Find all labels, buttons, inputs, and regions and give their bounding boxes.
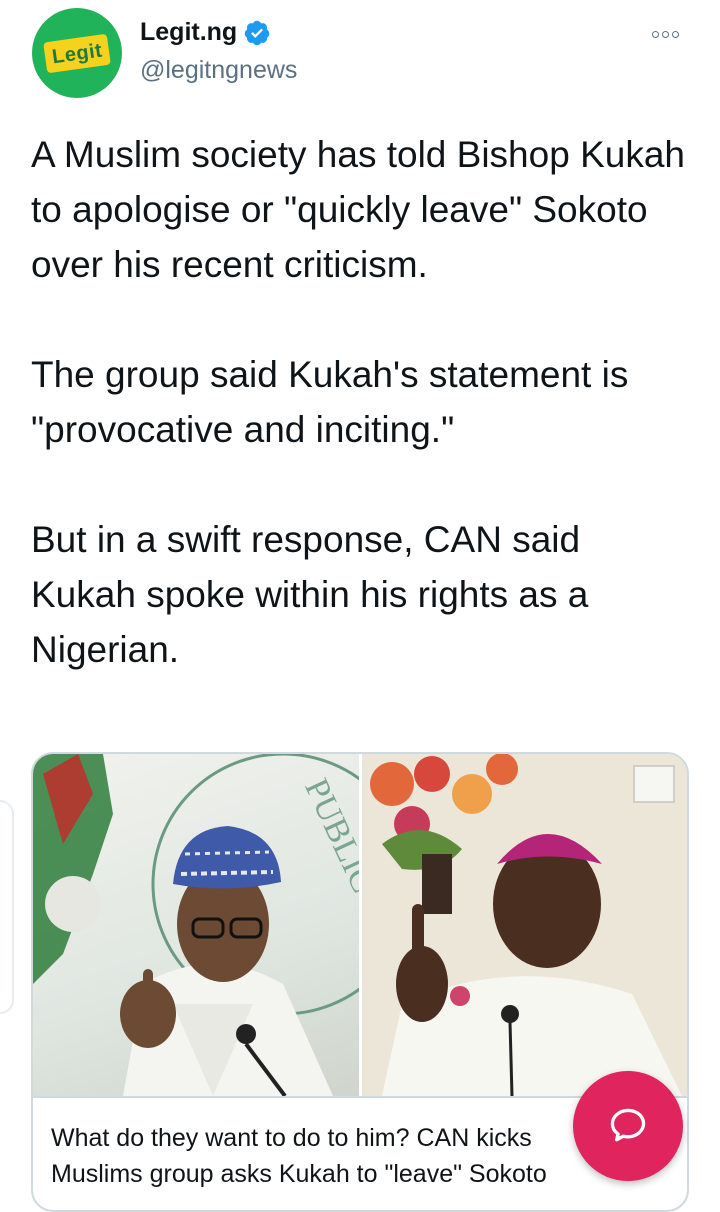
photo-buhari: PUBLIC <box>33 754 359 1096</box>
more-dot <box>662 30 669 38</box>
tweet-header: Legit Legit.ng @legitngnews <box>0 0 720 110</box>
compose-reply-button[interactable] <box>573 1071 683 1181</box>
card-image: PUBLIC <box>33 754 687 1096</box>
more-dot <box>672 30 679 38</box>
verified-badge-icon <box>244 20 270 45</box>
watermark-text: PUBLIC <box>297 773 359 898</box>
photo-kukah-illustration <box>362 754 687 1096</box>
more-dot <box>652 30 659 38</box>
photo-buhari-illustration: PUBLIC <box>33 754 359 1096</box>
card-caption-line-2: Muslims group asks Kukah to "leave" Soko… <box>51 1160 547 1188</box>
user-handle[interactable]: @legitngnews <box>140 56 297 85</box>
avatar[interactable]: Legit <box>32 8 122 98</box>
avatar-logo: Legit <box>43 33 111 73</box>
side-drawer-handle[interactable] <box>0 800 14 1014</box>
name-row: Legit.ng <box>140 18 271 47</box>
display-name[interactable]: Legit.ng <box>140 18 237 47</box>
compose-reply-icon <box>610 1108 646 1142</box>
more-options-icon[interactable] <box>652 24 692 44</box>
photo-kukah <box>362 754 687 1096</box>
tweet-text: A Muslim society has told Bishop Kukah t… <box>31 134 685 670</box>
